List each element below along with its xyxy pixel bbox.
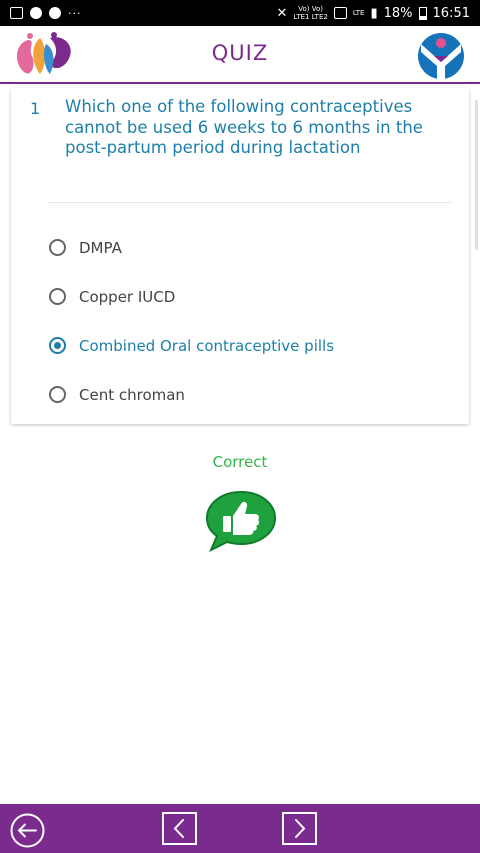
gallery-notification-icon [10, 7, 23, 19]
more-notifications-icon: ··· [68, 6, 82, 20]
clock: 16:51 [432, 5, 470, 21]
radio-button-selected[interactable] [49, 337, 66, 354]
thumbs-up-chat-bubble-icon [205, 490, 277, 553]
option-label: Combined Oral contraceptive pills [79, 336, 335, 355]
question-divider [47, 202, 451, 203]
chevron-left-box-icon[interactable] [162, 812, 197, 845]
lte-label: LTE [352, 9, 365, 17]
network-indicator: Vo) Vo) LTE1 LTE2 [293, 5, 327, 21]
bottom-navigation-bar [0, 804, 480, 853]
radio-button[interactable] [49, 288, 66, 305]
battery-percent: 18% [383, 5, 413, 21]
option-copper-iucd[interactable]: Copper IUCD [49, 272, 334, 321]
result-message: Correct [212, 453, 268, 471]
page-title: QUIZ [211, 41, 269, 65]
option-label: Copper IUCD [79, 287, 176, 306]
back-circle-arrow-icon[interactable] [9, 812, 46, 849]
network-top-text: Vo) Vo) [298, 5, 323, 13]
status-right: ✕ Vo) Vo) LTE1 LTE2 LTE ▮ 18% 16:51 [277, 5, 470, 21]
battery-icon [418, 6, 427, 20]
scrollbar[interactable] [475, 100, 478, 250]
question-text: Which one of the following contraceptive… [65, 97, 423, 157]
option-dmpa[interactable]: DMPA [49, 223, 334, 272]
signal-icon: ▮ [370, 5, 378, 21]
status-left: ··· [10, 7, 82, 20]
radio-button[interactable] [49, 239, 66, 256]
record-notification-icon [30, 7, 42, 19]
option-combined-oral-pills[interactable]: Combined Oral contraceptive pills [49, 321, 334, 370]
question-card: 1 Which one of the following contracepti… [11, 88, 469, 424]
network-bottom-text: LTE1 LTE2 [293, 13, 328, 21]
radio-button[interactable] [49, 386, 66, 403]
option-cent-chroman[interactable]: Cent chroman [49, 370, 334, 419]
option-label: DMPA [79, 238, 122, 257]
chevron-right-box-icon[interactable] [282, 812, 317, 845]
status-bar: ··· ✕ Vo) Vo) LTE1 LTE2 LTE ▮ 18% 16:51 [0, 0, 480, 26]
option-label: Cent chroman [79, 385, 185, 404]
question-number: 1 [30, 99, 41, 118]
app-header: QUIZ [0, 26, 480, 84]
data-saver-icon [333, 7, 347, 19]
sync-notification-icon [49, 7, 61, 19]
health-emblem-icon [418, 33, 464, 79]
answer-options: DMPA Copper IUCD Combined Oral contracep… [49, 223, 334, 419]
mute-icon: ✕ [276, 5, 288, 21]
